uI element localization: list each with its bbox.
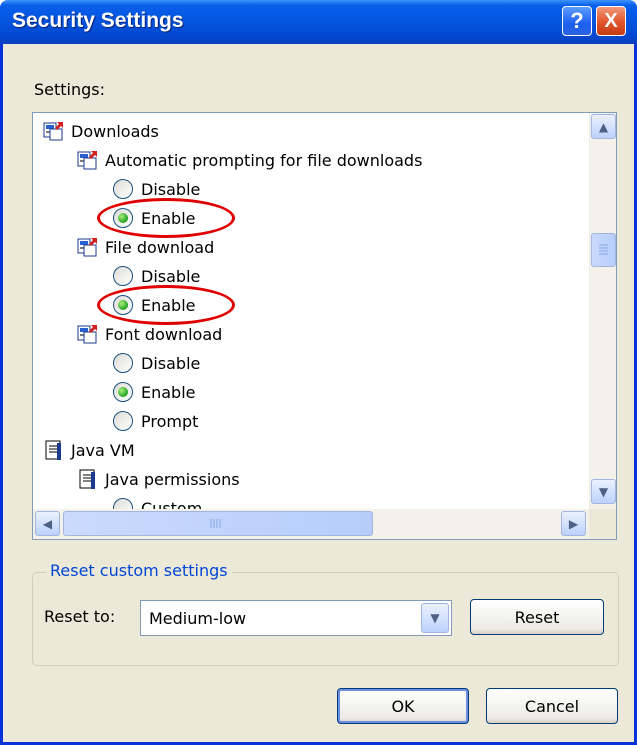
reset-button[interactable]: Reset (470, 599, 604, 635)
tree-item[interactable]: Automatic prompting for file downloads (77, 147, 422, 173)
settings-tree-viewport: Downloads Automatic prompting for file do… (33, 113, 589, 509)
reset-to-label: Reset to: (44, 607, 116, 626)
ok-button[interactable]: OK (337, 688, 469, 724)
chevron-up-icon: ▲ (598, 119, 609, 134)
tree-item[interactable]: File download (77, 234, 214, 260)
horizontal-scroll-thumb[interactable] (63, 511, 373, 536)
cancel-button[interactable]: Cancel (486, 688, 618, 724)
chevron-down-icon: ▼ (598, 484, 609, 499)
radio-option[interactable]: Enable (113, 205, 196, 231)
tree-item-label: File download (105, 237, 215, 257)
settings-tree[interactable]: Downloads Automatic prompting for file do… (32, 112, 617, 540)
vertical-scroll-thumb[interactable] (591, 233, 616, 267)
grip-icon (210, 519, 221, 528)
tree-item-label: Downloads (71, 121, 159, 141)
title-bar[interactable]: Security Settings ? X (0, 0, 637, 44)
radio-option[interactable]: Disable (113, 176, 200, 202)
radio-unchecked-icon[interactable] (113, 266, 133, 286)
radio-option[interactable]: Enable (113, 292, 196, 318)
radio-option[interactable]: Enable (113, 379, 196, 405)
tree-item-label: Java permissions (105, 469, 240, 489)
tree-item-label: Enable (141, 295, 196, 315)
settings-label: Settings: (34, 80, 106, 99)
tree-item[interactable]: Java VM (43, 437, 135, 463)
tree-item-label: Font download (105, 324, 223, 344)
horizontal-scrollbar[interactable]: ◀ ▶ (33, 509, 589, 539)
radio-unchecked-icon[interactable] (113, 411, 133, 431)
close-button[interactable]: X (596, 6, 626, 36)
dropdown-button[interactable]: ▼ (421, 603, 449, 633)
document-icon (43, 439, 65, 461)
radio-checked-icon[interactable] (113, 295, 133, 315)
vertical-scrollbar[interactable]: ▲ ▼ (589, 113, 616, 509)
radio-checked-icon[interactable] (113, 382, 133, 402)
radio-unchecked-icon[interactable] (113, 353, 133, 373)
tree-item[interactable]: Java permissions (77, 466, 240, 492)
scrollbar-corner (589, 509, 616, 539)
scroll-down-button[interactable]: ▼ (591, 479, 616, 504)
radio-option[interactable]: Prompt (113, 408, 198, 434)
tree-item[interactable]: Downloads (43, 118, 159, 144)
close-icon: X (604, 9, 618, 32)
reset-group-legend: Reset custom settings (46, 561, 232, 580)
settings-category-icon (77, 323, 99, 345)
tree-item-label: Disable (141, 266, 201, 286)
window-title: Security Settings (12, 9, 184, 32)
scroll-left-button[interactable]: ◀ (35, 511, 60, 536)
tree-item-label: Disable (141, 179, 201, 199)
tree-item-label: Enable (141, 382, 196, 402)
reset-level-value: Medium-low (149, 609, 247, 628)
scroll-right-button[interactable]: ▶ (561, 511, 586, 536)
radio-option[interactable]: Disable (113, 263, 200, 289)
radio-option[interactable]: Disable (113, 350, 200, 376)
grip-icon (599, 244, 608, 255)
tree-item-label: Java VM (71, 440, 135, 460)
settings-category-icon (77, 149, 99, 171)
chevron-down-icon: ▼ (430, 611, 440, 625)
tree-item-label: Disable (141, 353, 201, 373)
help-icon: ? (570, 8, 584, 33)
chevron-right-icon: ▶ (568, 516, 579, 531)
chevron-left-icon: ◀ (42, 516, 53, 531)
tree-item-label: Enable (141, 208, 196, 228)
document-icon (77, 468, 99, 490)
radio-unchecked-icon[interactable] (113, 498, 133, 509)
tree-item[interactable]: Font download (77, 321, 222, 347)
reset-level-select[interactable]: Medium-low ▼ (140, 600, 452, 636)
scroll-up-button[interactable]: ▲ (591, 114, 616, 139)
settings-category-icon (77, 236, 99, 258)
radio-option[interactable]: Custom (113, 495, 202, 509)
tree-item-label: Prompt (141, 411, 199, 431)
radio-checked-icon[interactable] (113, 208, 133, 228)
tree-item-label: Custom (141, 498, 203, 510)
help-button[interactable]: ? (562, 6, 592, 36)
settings-category-icon (43, 120, 65, 142)
radio-unchecked-icon[interactable] (113, 179, 133, 199)
tree-item-label: Automatic prompting for file downloads (105, 150, 423, 170)
